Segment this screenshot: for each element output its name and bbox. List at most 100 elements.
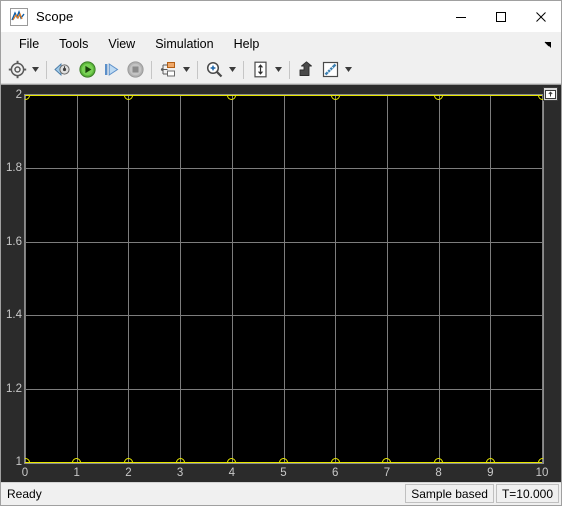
gridline-horizontal (25, 168, 543, 169)
simulation-time-field: T=10.000 (495, 484, 559, 503)
signal-selection-dropdown[interactable] (180, 58, 193, 81)
x-tick-label: 7 (383, 467, 391, 479)
window-controls (441, 1, 561, 32)
maximize-button[interactable] (481, 1, 521, 32)
gridline-vertical (387, 95, 388, 463)
gridline-vertical (490, 95, 491, 463)
data-point-marker (25, 95, 30, 100)
stop-icon (126, 61, 144, 78)
toolbar (1, 56, 561, 84)
measurements-dropdown[interactable] (342, 58, 355, 81)
configuration-properties-dropdown[interactable] (29, 58, 42, 81)
y-tick-label: 1.8 (6, 162, 22, 175)
maximize-icon (496, 11, 506, 22)
data-point-marker (123, 95, 133, 100)
y-axis-ticks: 1 1.2 1.4 1.6 1.8 2 (1, 89, 22, 468)
signal-selector-icon (160, 62, 175, 77)
trace-line (25, 95, 542, 96)
run-button[interactable] (75, 58, 99, 81)
cursor-measurements-icon (299, 61, 312, 76)
ruler-icon (322, 61, 338, 78)
data-point-marker (382, 457, 392, 463)
x-tick-label: 9 (487, 467, 494, 479)
gridline-vertical (128, 95, 129, 463)
data-point-marker (227, 95, 237, 100)
cursor-measurements-button[interactable] (294, 58, 318, 81)
measurements-button[interactable] (318, 58, 342, 81)
window-title: Scope (36, 9, 74, 24)
data-point-marker (175, 457, 185, 463)
run-to-time-icon (54, 62, 70, 77)
menu-item-tools[interactable]: Tools (50, 35, 97, 54)
data-point-marker (25, 457, 30, 463)
menu-overflow-icon[interactable] (542, 38, 554, 50)
play-icon (78, 61, 96, 78)
gridline-vertical (180, 95, 181, 463)
toolbar-separator (289, 60, 290, 79)
data-point-marker (485, 457, 495, 463)
minimize-button[interactable] (441, 1, 481, 32)
menu-item-file[interactable]: File (10, 35, 48, 54)
gridline-vertical (439, 95, 440, 463)
zoom-dropdown[interactable] (226, 58, 239, 81)
undock-icon[interactable] (543, 87, 558, 101)
data-point-marker (537, 457, 543, 463)
scope-app-icon (10, 7, 28, 26)
x-tick-label: 0 (21, 467, 29, 479)
menu-item-simulation[interactable]: Simulation (146, 35, 222, 54)
x-tick-label: 4 (228, 467, 235, 479)
data-point-marker (434, 457, 444, 463)
gridline-vertical (25, 95, 26, 463)
gridline-horizontal (25, 242, 543, 243)
close-button[interactable] (521, 1, 561, 32)
plot-axes[interactable] (24, 94, 544, 464)
configuration-properties-button[interactable] (5, 58, 29, 81)
stop-button (123, 58, 147, 81)
gridline-vertical (77, 95, 78, 463)
plot-panel: 1 1.2 1.4 1.6 1.8 2 0 1 2 3 4 5 6 7 8 9 10 (1, 84, 561, 482)
y-tick-label: 1.4 (6, 309, 22, 322)
zoom-in-button[interactable] (202, 58, 226, 81)
zoom-in-icon (206, 61, 222, 78)
gridline-horizontal (25, 315, 543, 316)
y-tick-label: 1 (15, 456, 22, 468)
x-tick-label: 10 (535, 467, 549, 479)
signal-selection-button[interactable] (156, 58, 180, 81)
menu-bar: File Tools View Simulation Help (1, 32, 561, 56)
status-bar: Ready Sample based T=10.000 (1, 482, 561, 505)
toolbar-separator (197, 60, 198, 79)
menu-item-help[interactable]: Help (225, 35, 269, 54)
step-forward-button[interactable] (99, 58, 123, 81)
scope-window: Scope File Tools View Simulation Help 1 … (0, 0, 562, 506)
sampling-mode-field: Sample based (405, 484, 494, 503)
status-ready-label: Ready (7, 487, 42, 501)
close-icon (536, 11, 546, 22)
autoscale-icon (253, 61, 267, 78)
x-axis-ticks: 0 1 2 3 4 5 6 7 8 9 10 (21, 465, 549, 482)
step-forward-icon (104, 63, 118, 76)
x-tick-label: 6 (331, 467, 339, 479)
toolbar-separator (151, 60, 152, 79)
data-point-marker (227, 457, 237, 463)
gridline-vertical (542, 95, 543, 463)
gridline-horizontal (25, 389, 543, 390)
autoscale-button[interactable] (248, 58, 272, 81)
gridline-vertical (335, 95, 336, 463)
gear-icon (8, 60, 26, 79)
y-tick-label: 2 (15, 89, 22, 101)
data-point-marker (72, 457, 82, 463)
autoscale-dropdown[interactable] (272, 58, 285, 81)
toolbar-separator (46, 60, 47, 79)
x-tick-label: 3 (176, 467, 184, 479)
data-point-marker (330, 95, 340, 100)
title-bar: Scope (1, 1, 561, 32)
y-tick-label: 1.2 (6, 382, 22, 395)
toolbar-separator (243, 60, 244, 79)
x-tick-label: 8 (435, 467, 442, 479)
menu-item-view[interactable]: View (99, 35, 144, 54)
x-tick-label: 2 (125, 467, 132, 479)
data-point-marker (123, 457, 133, 463)
y-tick-label: 1.6 (6, 235, 22, 248)
gridline-vertical (284, 95, 285, 463)
run-to-time-button[interactable] (51, 58, 75, 81)
